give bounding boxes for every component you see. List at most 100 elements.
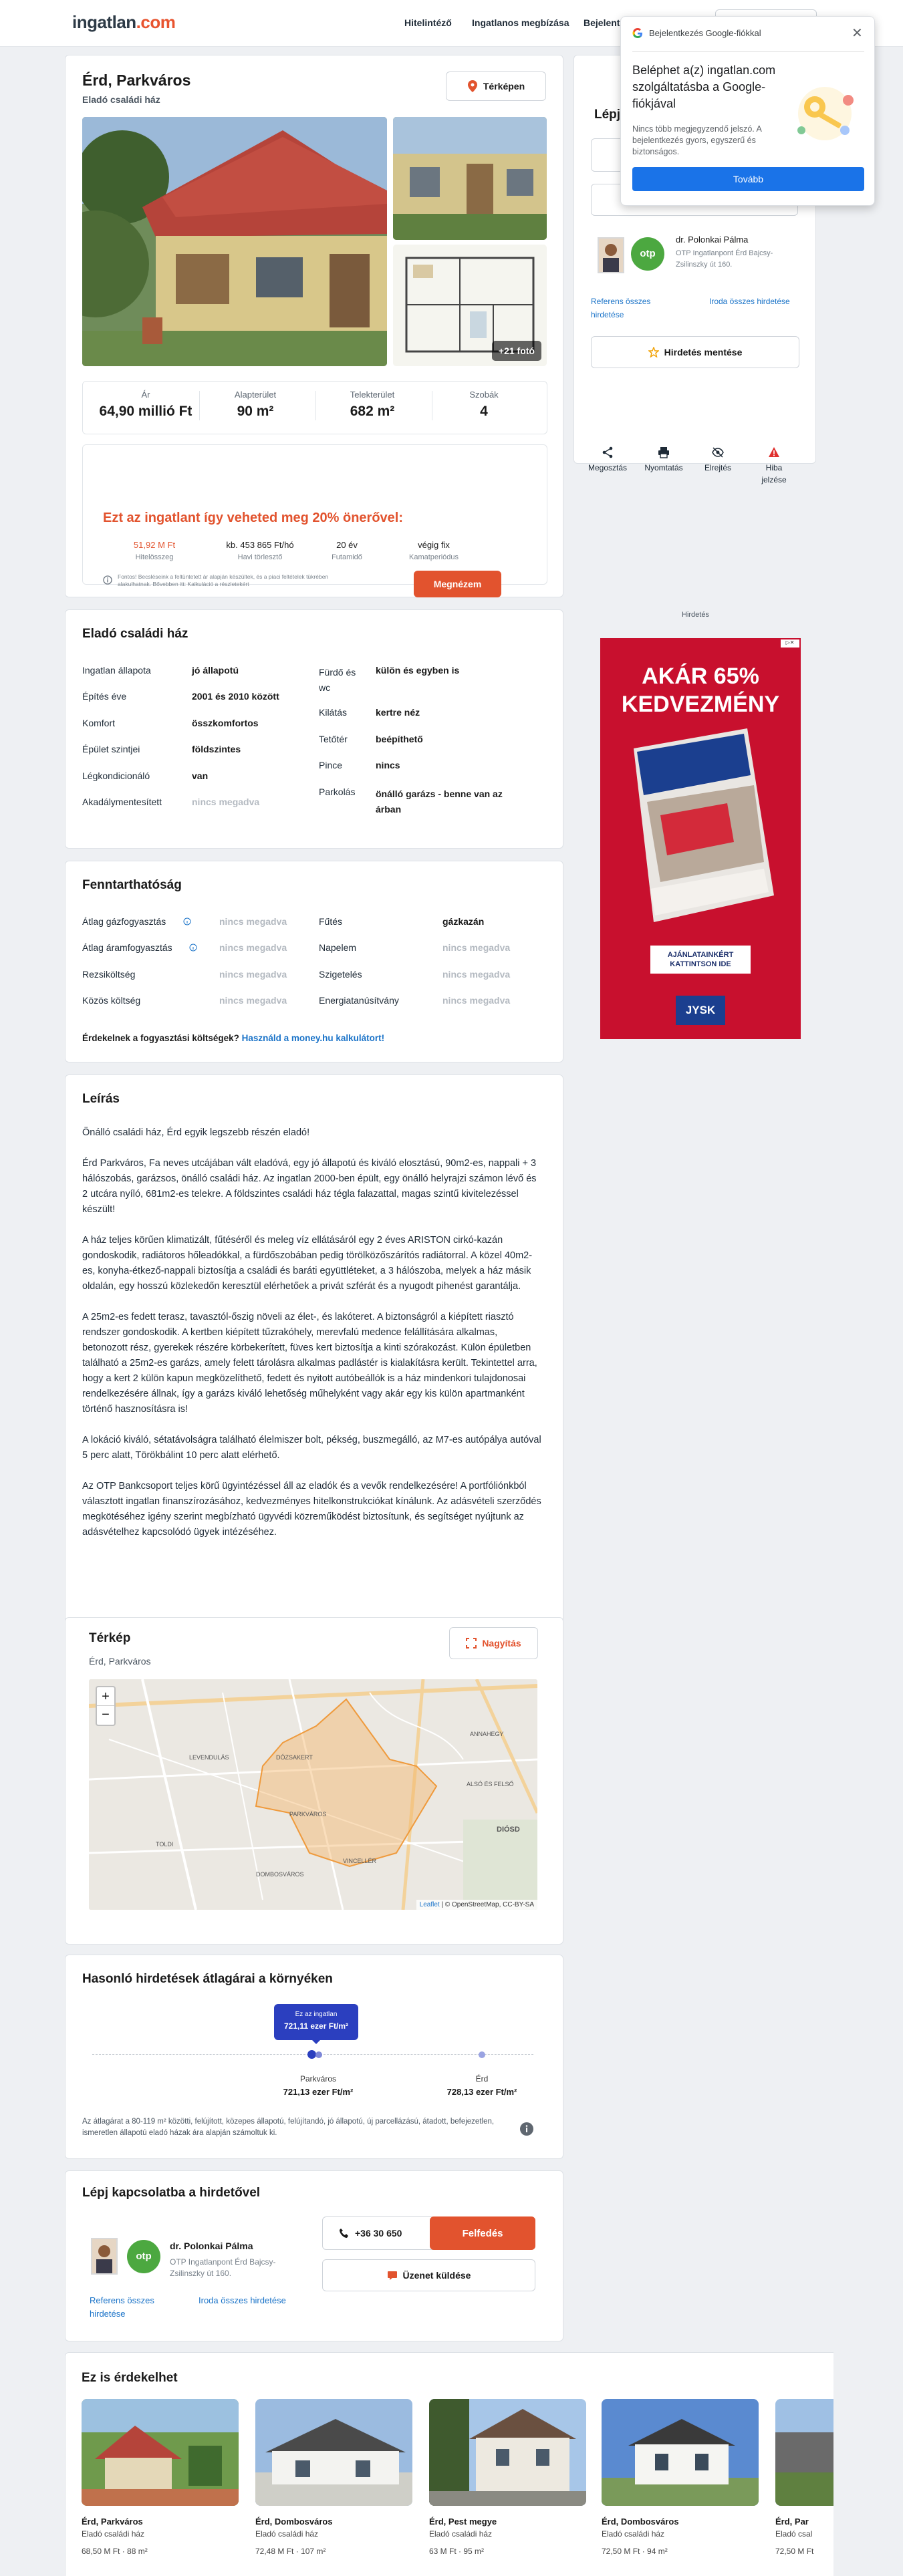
send-message-button[interactable]: Üzenet küldése	[322, 2259, 535, 2291]
listing-card: Érd, Parkváros Eladó családi ház Térképe…	[65, 55, 563, 597]
price-comparison-card: Hasonló hirdetések átlagárai a környéken…	[65, 1955, 563, 2159]
contact-agency: OTP Ingatlanpont Érd Bajcsy-Zsilinszky ú…	[170, 2257, 276, 2278]
google-continue-button[interactable]: Tovább	[632, 167, 864, 191]
contact-agency-listings-link[interactable]: Iroda összes hirdetése	[199, 2294, 286, 2307]
stat-plot-area: Telekterület 682 m²	[350, 390, 395, 419]
price-comparison-title: Hasonló hirdetések átlagárai a környéken	[82, 1972, 333, 1986]
map-label-toldi: TOLDI	[156, 1841, 173, 1848]
sustainability-card: Fenntarthatóság Átlag gázfogyasztás nincs…	[65, 861, 563, 1062]
map-label-dombosvaros: DOMBOSVÁROS	[256, 1871, 304, 1878]
contact-agent-listings-link[interactable]: Referens összes hirdetése	[90, 2294, 176, 2321]
parkvaros-marker	[315, 2051, 322, 2058]
stat-rooms: Szobák 4	[469, 390, 499, 419]
sidebar-agency-listings-link[interactable]: Iroda összes hirdetése	[709, 295, 790, 308]
reveal-phone-button[interactable]: Felfedés	[430, 2216, 535, 2250]
main-photo[interactable]	[82, 117, 387, 366]
google-popup-title: Beléphet a(z) ingatlan.com szolgáltatásb…	[632, 63, 776, 110]
listing-title: Érd, Parkváros	[82, 71, 191, 89]
similar-title: Ez is érdekelhet	[82, 2371, 178, 2385]
nav-ingatlanos-megbizasa[interactable]: Ingatlanos megbízása	[472, 17, 569, 28]
google-popup-label: Bejelentkezés Google-fiókkal	[649, 28, 761, 38]
contact-agent-name[interactable]: dr. Polonkai Pálma	[170, 2241, 253, 2251]
ad-label: Hirdetés	[682, 611, 709, 619]
price-info-icon[interactable]	[520, 2122, 533, 2136]
key-stats: Ár 64,90 millió Ft Alapterület 90 m² Telek…	[82, 381, 547, 434]
map-label-diosd: DIÓSD	[497, 1825, 520, 1834]
contact-title: Lépj kapcsolatba a hirdetővel	[82, 2186, 261, 2200]
gas-info-icon[interactable]	[183, 917, 191, 925]
map-attribution: Leaflet | © OpenStreetMap, CC-BY-SA	[416, 1900, 537, 1910]
map-enlarge-button[interactable]: Nagyítás	[449, 1627, 538, 1659]
phone-icon	[340, 2229, 348, 2238]
google-popup-body: Nincs több megjegyzendő jelszó. A bejele…	[632, 124, 762, 156]
save-listing-button[interactable]: Hirdetés mentése	[591, 336, 799, 368]
zoom-in-button[interactable]: +	[97, 1687, 114, 1706]
property-details-card: Eladó családi ház Ingatlan állapota jó ál…	[65, 609, 563, 849]
sustainability-title: Fenntarthatóság	[82, 878, 182, 892]
map-view[interactable]: PARKVÁROS DÓZSAKERT TOLDI DOMBOSVÁROS VI…	[89, 1679, 537, 1910]
contact-card: Lépj kapcsolatba a hirdetővel otp dr. Po…	[65, 2170, 563, 2341]
similar-card-4[interactable]: Érd, Dombosváros Eladó családi ház 72,50 …	[602, 2399, 759, 2556]
ad-cta-button[interactable]: AJÁNLATAINKÉRT KATTINTSON IDE	[650, 946, 751, 974]
print-action[interactable]: Nyomtatás	[640, 446, 687, 474]
sidebar-agent-photo	[598, 237, 624, 273]
map-card: Térkép Érd, Parkváros Nagyítás PARKVÁROS…	[65, 1617, 563, 1945]
close-icon[interactable]: ✕	[852, 25, 863, 41]
sidebar-agent-listings-link[interactable]: Referens összes hirdetése	[591, 295, 671, 321]
similar-card-5[interactable]: Érd, Par Eladó csal 72,50 M Ft	[775, 2399, 833, 2556]
hide-action[interactable]: Elrejtés	[694, 446, 741, 474]
erd-marker	[479, 2051, 485, 2058]
finance-title: Ezt az ingatlant így veheted meg 20% öne…	[103, 511, 404, 525]
star-icon	[648, 347, 659, 357]
finance-box: Ezt az ingatlant így veheted meg 20% öne…	[82, 444, 547, 597]
sidebar-agent-name[interactable]: dr. Polonkai Pálma	[676, 235, 748, 245]
leaflet-link[interactable]: Leaflet	[420, 1901, 440, 1908]
money-calculator-link[interactable]: Használd a money.hu kalkulátort!	[242, 1033, 385, 1043]
map-zoom-control: + −	[96, 1686, 116, 1726]
map-label-levendulas: LEVENDULÁS	[189, 1754, 229, 1761]
ad-choices-icon[interactable]: ▷✕	[781, 639, 799, 648]
nav-hitelintezo[interactable]: Hitelintéző	[404, 17, 452, 28]
share-icon	[602, 446, 613, 458]
listing-subtitle: Eladó családi ház	[82, 94, 160, 105]
google-signin-popup: Bejelentkezés Google-fiókkal ✕ Beléphet …	[620, 16, 875, 206]
jysk-ad-banner[interactable]: ▷✕ AKÁR 65% KEDVEZMÉNY AJÁNLATAINKÉRT KA…	[600, 638, 801, 1039]
finance-details-button[interactable]: Megnézem	[414, 571, 501, 597]
sustain-footer: Érdekelnek a fogyasztási költségek? Hasz…	[82, 1033, 385, 1043]
ad-headline-2: KEDVEZMÉNY	[621, 692, 780, 717]
print-icon	[658, 447, 669, 458]
finance-term: 20 év Futamidő	[332, 540, 362, 561]
details-title: Eladó családi ház	[82, 627, 188, 641]
nav-bejelentkezes[interactable]: Bejelentk	[584, 17, 625, 28]
electric-info-icon[interactable]	[189, 944, 197, 952]
finance-note: Fontos! Becsléseink a feltüntetett ár al…	[118, 573, 329, 587]
description-title: Leírás	[82, 1092, 120, 1106]
parkvaros-average: Parkváros 721,13 ezer Ft/m²	[283, 2074, 354, 2097]
price-note: Az átlagárat a 80-119 m² közötti, felújí…	[82, 2118, 495, 2137]
finance-interest: végig fix Kamatperiódus	[409, 540, 459, 561]
map-label-also-felso: ALSÓ ÉS FELSŐ	[467, 1781, 514, 1787]
thumbnail-photo-1[interactable]	[393, 117, 547, 240]
key-illustration-icon	[797, 87, 854, 140]
sidebar-otp-logo: otp	[631, 237, 664, 271]
agent-photo	[91, 2238, 118, 2275]
similar-card-1[interactable]: Érd, Parkváros Eladó családi ház 68,50 M …	[82, 2399, 239, 2556]
message-icon	[387, 2271, 397, 2280]
share-action[interactable]: Megosztás	[584, 446, 631, 474]
site-logo[interactable]: ingatlan.com	[72, 12, 176, 33]
similar-card-2[interactable]: Érd, Dombosváros Eladó családi ház 72,48 …	[255, 2399, 412, 2556]
finance-monthly: kb. 453 865 Ft/hó Havi törlesztő	[226, 540, 294, 561]
similar-card-3[interactable]: Érd, Pest megye Eladó családi ház 63 M Ft…	[429, 2399, 586, 2556]
photo-count-button[interactable]: +21 fotó	[491, 341, 541, 361]
map-subtitle: Érd, Parkváros	[89, 1656, 151, 1667]
ad-headline-1: AKÁR 65%	[642, 664, 759, 689]
map-button[interactable]: Térképen	[446, 71, 546, 101]
stat-price: Ár 64,90 millió Ft	[99, 390, 192, 419]
ad-catalog-image	[634, 728, 774, 922]
jysk-logo: JYSK	[676, 996, 725, 1025]
description-text: Önálló családi ház, Érd egyik legszebb r…	[82, 1127, 541, 1538]
zoom-out-button[interactable]: −	[97, 1706, 114, 1725]
thumbnail-floorplan[interactable]: +21 fotó	[393, 245, 547, 366]
expand-icon	[466, 1638, 477, 1649]
report-error-action[interactable]: Hiba jelzése	[751, 446, 797, 486]
